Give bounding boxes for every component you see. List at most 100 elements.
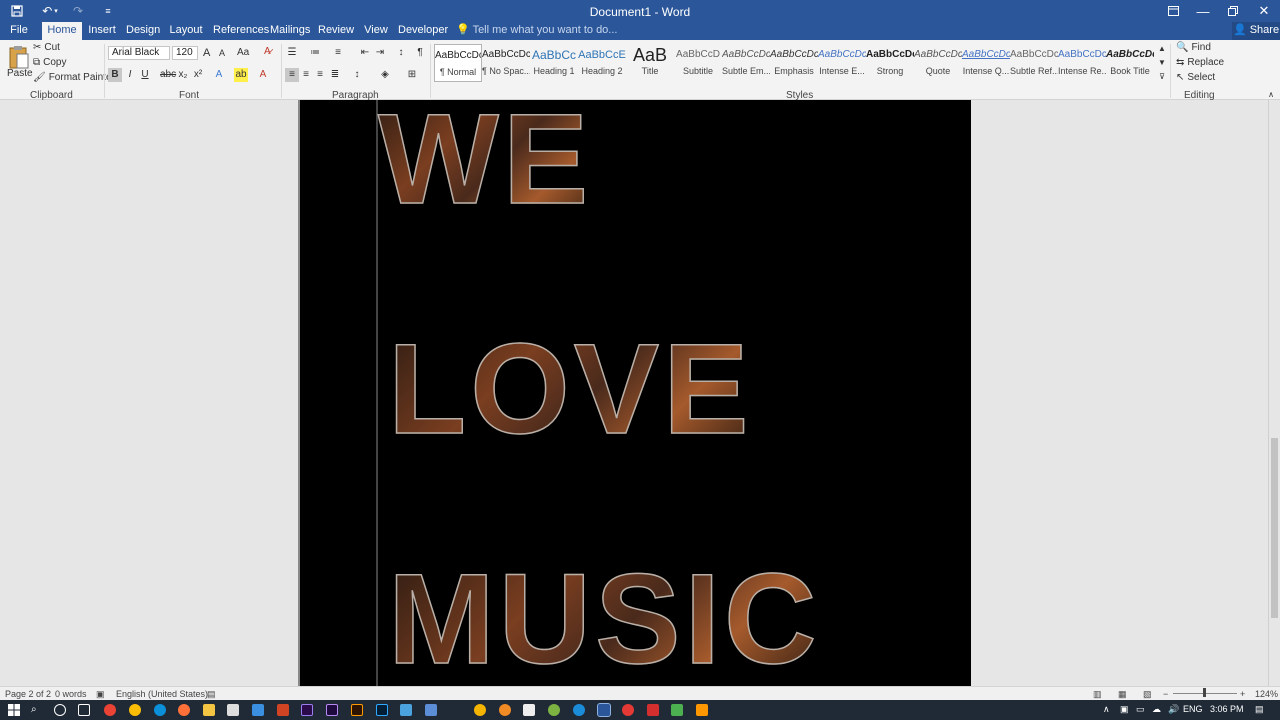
tab-developer[interactable]: Developer bbox=[398, 22, 448, 40]
font-color-icon[interactable]: A bbox=[256, 68, 270, 82]
zoom-slider-thumb[interactable] bbox=[1203, 688, 1206, 697]
word-line-2[interactable]: LOVE bbox=[387, 316, 753, 463]
font-name-box[interactable]: Arial Black bbox=[108, 46, 170, 60]
clear-formatting-icon[interactable]: A̷ bbox=[264, 46, 271, 57]
font-size-box[interactable]: 120 bbox=[172, 46, 198, 60]
style-tile[interactable]: AaBbCcDc Intense Re... bbox=[1058, 44, 1106, 82]
format-painter-button[interactable]: 🖌 Format Painter bbox=[33, 72, 115, 83]
minimize-icon[interactable]: — bbox=[1188, 0, 1218, 22]
highlight-color-icon[interactable]: ab bbox=[234, 68, 248, 82]
start-icon[interactable] bbox=[8, 704, 20, 716]
firefox-icon[interactable] bbox=[178, 704, 190, 716]
word-count[interactable]: 0 words bbox=[55, 689, 87, 699]
powerpoint-icon[interactable] bbox=[277, 704, 289, 716]
style-tile[interactable]: AaBbCc Heading 1 bbox=[530, 44, 578, 82]
clock[interactable]: 3:06 PM bbox=[1210, 704, 1244, 714]
network-icon[interactable]: ▣ bbox=[1120, 704, 1129, 715]
app-icon-6[interactable] bbox=[622, 704, 634, 716]
premiere-icon[interactable] bbox=[301, 704, 313, 716]
change-case-button[interactable]: Aa bbox=[237, 47, 249, 58]
app-icon-3[interactable] bbox=[499, 704, 511, 716]
shrink-font-button[interactable]: A bbox=[219, 48, 225, 58]
tab-insert[interactable]: Insert bbox=[88, 22, 116, 40]
zoom-in-icon[interactable]: + bbox=[1240, 689, 1245, 699]
strikethrough-button[interactable]: abc bbox=[160, 68, 176, 82]
style-tile[interactable]: AaBbCcDc Intense Q... bbox=[962, 44, 1010, 82]
tab-view[interactable]: View bbox=[362, 22, 390, 40]
grow-font-button[interactable]: A bbox=[203, 47, 210, 59]
styles-scroll-up-icon[interactable]: ▲ bbox=[1155, 42, 1169, 56]
vlc-icon[interactable] bbox=[696, 704, 708, 716]
cut-button[interactable]: ✂ Cut bbox=[33, 42, 60, 53]
style-tile[interactable]: AaBbCcD Subtitle bbox=[674, 44, 722, 82]
search-icon[interactable]: ⌕ bbox=[31, 704, 43, 716]
line-spacing-icon[interactable]: ↕ bbox=[350, 68, 364, 82]
share-button[interactable]: 👤 Share bbox=[1232, 22, 1280, 40]
vertical-scrollbar[interactable] bbox=[1268, 100, 1280, 686]
shading-icon[interactable]: ◈ bbox=[378, 68, 392, 82]
calculator-icon[interactable] bbox=[425, 704, 437, 716]
language-indicator[interactable]: English (United States) bbox=[116, 689, 208, 699]
tab-review[interactable]: Review bbox=[318, 22, 354, 40]
photoshop-icon[interactable] bbox=[376, 704, 388, 716]
sort-icon[interactable]: ↕ bbox=[394, 46, 408, 60]
superscript-button[interactable]: x² bbox=[191, 68, 205, 82]
close-icon[interactable]: ✕ bbox=[1249, 0, 1279, 22]
style-tile[interactable]: AaBbCcDc Subtle Ref... bbox=[1010, 44, 1058, 82]
onedrive-icon[interactable]: ☁ bbox=[1152, 704, 1161, 715]
subscript-button[interactable]: x₂ bbox=[176, 68, 190, 82]
style-tile[interactable]: AaB Title bbox=[626, 44, 674, 82]
style-tile[interactable]: AaBbCcDc ¶ Normal bbox=[434, 44, 482, 82]
illustrator-icon[interactable] bbox=[351, 704, 363, 716]
tell-me-search[interactable]: 💡 Tell me what you want to do... bbox=[456, 22, 617, 40]
styles-more-icon[interactable]: ⊽ bbox=[1155, 70, 1169, 84]
after-effects-icon[interactable] bbox=[326, 704, 338, 716]
show-formatting-marks-icon[interactable]: ¶ bbox=[413, 46, 427, 60]
paste-label[interactable]: Paste bbox=[7, 68, 33, 79]
chrome-canary-icon[interactable] bbox=[129, 704, 141, 716]
align-center-icon[interactable]: ≡ bbox=[299, 68, 313, 82]
copy-button[interactable]: ⧉ Copy bbox=[33, 57, 67, 68]
select-button[interactable]: ↖ Select bbox=[1176, 72, 1215, 83]
notepad-icon[interactable] bbox=[523, 704, 535, 716]
style-tile[interactable]: AaBbCcDc Emphasis bbox=[770, 44, 818, 82]
word-line-3[interactable]: MUSIC bbox=[387, 546, 820, 686]
align-left-icon[interactable]: ≡ bbox=[285, 68, 299, 82]
style-tile[interactable]: AaBbCcE Heading 2 bbox=[578, 44, 626, 82]
scrollbar-thumb[interactable] bbox=[1271, 438, 1278, 618]
replace-button[interactable]: ⇆ Replace bbox=[1176, 57, 1224, 68]
read-mode-icon[interactable]: ▥ bbox=[1093, 689, 1102, 700]
decrease-indent-icon[interactable]: ⇤ bbox=[358, 46, 372, 60]
borders-icon[interactable]: ⊞ bbox=[405, 68, 419, 82]
battery-icon[interactable]: ▭ bbox=[1136, 704, 1145, 715]
edge-icon[interactable] bbox=[154, 704, 166, 716]
macro-recording-icon[interactable]: ▤ bbox=[207, 689, 216, 700]
file-explorer-icon[interactable] bbox=[203, 704, 215, 716]
tab-home[interactable]: Home bbox=[42, 22, 82, 40]
italic-button[interactable]: I bbox=[123, 68, 137, 82]
app-icon-7[interactable] bbox=[671, 704, 683, 716]
input-language[interactable]: ENG bbox=[1183, 704, 1203, 714]
styles-scroll-down-icon[interactable]: ▼ bbox=[1155, 56, 1169, 70]
style-tile[interactable]: AaBbCcDc Quote bbox=[914, 44, 962, 82]
cortana-icon[interactable] bbox=[54, 704, 66, 716]
tab-design[interactable]: Design bbox=[126, 22, 160, 40]
tab-file[interactable]: File bbox=[6, 22, 32, 40]
increase-indent-icon[interactable]: ⇥ bbox=[373, 46, 387, 60]
word-taskbar-icon[interactable] bbox=[597, 703, 611, 717]
tab-references[interactable]: References bbox=[213, 22, 269, 40]
notification-center-icon[interactable]: ▤ bbox=[1255, 704, 1264, 715]
style-tile[interactable]: AaBbCcDc ¶ No Spac... bbox=[482, 44, 530, 82]
chrome-icon[interactable] bbox=[104, 704, 116, 716]
mail-icon[interactable] bbox=[252, 704, 264, 716]
word-line-1[interactable]: WE bbox=[377, 100, 592, 233]
style-tile[interactable]: AaBbCcDc Book Title bbox=[1106, 44, 1154, 82]
zoom-out-icon[interactable]: − bbox=[1163, 689, 1168, 699]
web-layout-icon[interactable]: ▧ bbox=[1143, 689, 1152, 700]
text-effects-icon[interactable]: A bbox=[212, 68, 226, 82]
app-icon-1[interactable] bbox=[400, 704, 412, 716]
multilevel-list-icon[interactable]: ≡ bbox=[331, 46, 345, 60]
find-button[interactable]: 🔍 Find bbox=[1176, 42, 1211, 53]
style-tile[interactable]: AaBbCcDc Intense E... bbox=[818, 44, 866, 82]
restore-icon[interactable] bbox=[1218, 0, 1248, 22]
